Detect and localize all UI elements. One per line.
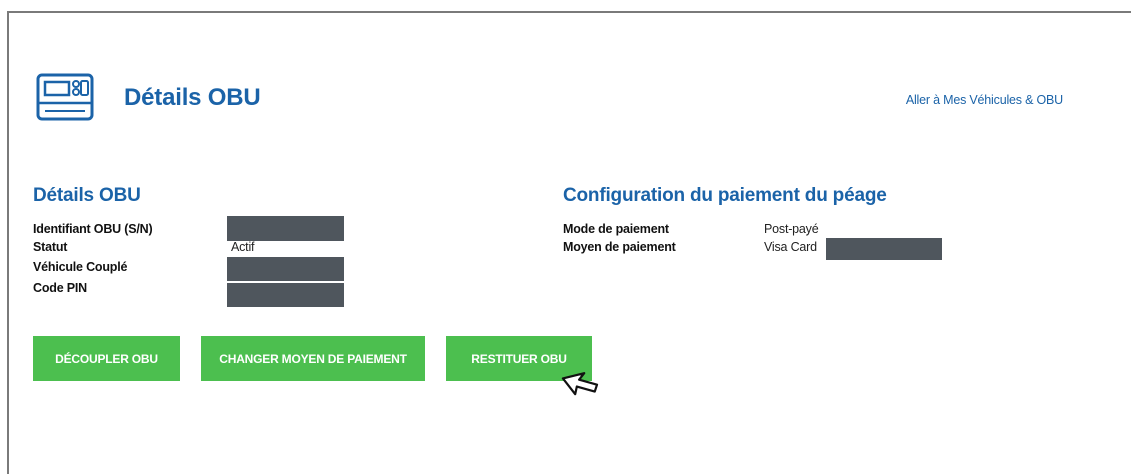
payment-config-heading: Configuration du paiement du péage: [563, 185, 887, 206]
page-title: Détails OBU: [124, 84, 261, 111]
payment-method-label: Moyen de paiement: [563, 240, 676, 254]
coupled-vehicle-redacted-value: [227, 257, 344, 281]
payment-mode-value: Post-payé: [764, 222, 819, 236]
payment-mode-label: Mode de paiement: [563, 222, 669, 236]
pin-code-label: Code PIN: [33, 281, 87, 295]
pin-code-redacted-value: [227, 283, 344, 307]
card-number-redacted-value: [826, 238, 942, 260]
change-payment-button[interactable]: CHANGER MOYEN DE PAIEMENT: [201, 336, 425, 381]
obu-details-heading: Détails OBU: [33, 185, 141, 206]
coupled-vehicle-label: Véhicule Couplé: [33, 260, 128, 274]
arrow-cursor-icon: [561, 372, 599, 396]
obu-device-icon: [36, 73, 94, 121]
obu-id-redacted-value: [227, 216, 344, 241]
payment-method-value: Visa Card: [764, 240, 817, 254]
obu-id-label: Identifiant OBU (S/N): [33, 222, 153, 236]
goto-vehicles-link[interactable]: Aller à Mes Véhicules & OBU: [906, 93, 1063, 107]
decouple-obu-button[interactable]: DÉCOUPLER OBU: [33, 336, 180, 381]
status-label: Statut: [33, 240, 68, 254]
status-value: Actif: [231, 240, 255, 254]
